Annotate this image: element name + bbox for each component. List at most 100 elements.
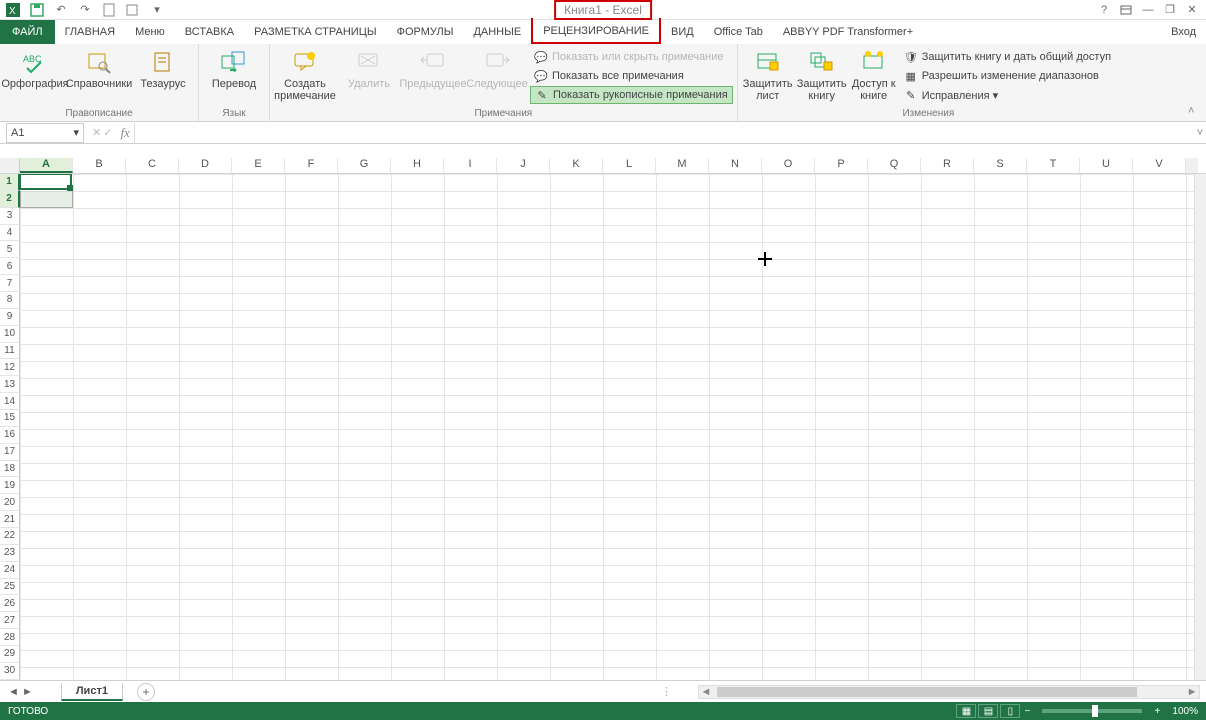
- tab-insert[interactable]: ВСТАВКА: [175, 20, 244, 44]
- zoom-slider[interactable]: [1042, 709, 1142, 713]
- row-header-21[interactable]: 21: [0, 511, 20, 528]
- col-header-F[interactable]: F: [285, 158, 338, 173]
- row-header-26[interactable]: 26: [0, 595, 20, 612]
- close-icon[interactable]: ✕: [1182, 1, 1202, 19]
- page-break-view-icon[interactable]: ▯: [1000, 704, 1020, 718]
- col-header-O[interactable]: O: [762, 158, 815, 173]
- page-layout-view-icon[interactable]: ▤: [978, 704, 998, 718]
- row-header-11[interactable]: 11: [0, 343, 20, 360]
- zoom-level[interactable]: 100%: [1172, 706, 1198, 717]
- thesaurus-button[interactable]: Тезаурус: [132, 46, 194, 90]
- vertical-scrollbar[interactable]: [1194, 174, 1206, 680]
- sign-in-link[interactable]: Вход: [1161, 20, 1206, 44]
- row-header-23[interactable]: 23: [0, 545, 20, 562]
- row-header-13[interactable]: 13: [0, 376, 20, 393]
- name-box[interactable]: A1▾: [6, 123, 84, 143]
- expand-formula-bar-icon[interactable]: ˅: [1194, 127, 1206, 139]
- row-header-25[interactable]: 25: [0, 579, 20, 596]
- tab-review[interactable]: РЕЦЕНЗИРОВАНИЕ: [531, 18, 661, 44]
- row-header-4[interactable]: 4: [0, 225, 20, 242]
- show-all-comments-button[interactable]: 💬Показать все примечания: [530, 67, 733, 85]
- row-header-30[interactable]: 30: [0, 663, 20, 680]
- research-button[interactable]: Справочники: [68, 46, 130, 90]
- col-header-B[interactable]: B: [73, 158, 126, 173]
- row-header-2[interactable]: 2: [0, 191, 20, 208]
- col-header-V[interactable]: V: [1133, 158, 1186, 173]
- protect-share-button[interactable]: 🛡Защитить книгу и дать общий доступ: [900, 48, 1115, 66]
- row-header-8[interactable]: 8: [0, 292, 20, 309]
- tab-view[interactable]: ВИД: [661, 20, 704, 44]
- protect-book-button[interactable]: Защитить книгу: [796, 46, 848, 102]
- row-header-22[interactable]: 22: [0, 528, 20, 545]
- tab-file[interactable]: ФАЙЛ: [0, 20, 55, 44]
- tab-menu[interactable]: Меню: [125, 20, 175, 44]
- col-header-U[interactable]: U: [1080, 158, 1133, 173]
- col-header-G[interactable]: G: [338, 158, 391, 173]
- active-cell[interactable]: [19, 174, 72, 190]
- protect-sheet-button[interactable]: Защитить лист: [742, 46, 794, 102]
- col-header-P[interactable]: P: [815, 158, 868, 173]
- restore-icon[interactable]: ❐: [1160, 1, 1180, 19]
- col-header-H[interactable]: H: [391, 158, 444, 173]
- cells-area[interactable]: [20, 174, 1194, 680]
- row-header-18[interactable]: 18: [0, 461, 20, 478]
- add-sheet-button[interactable]: +: [137, 683, 155, 701]
- namebox-dropdown-icon[interactable]: ▾: [73, 126, 79, 139]
- row-header-12[interactable]: 12: [0, 359, 20, 376]
- tab-home[interactable]: ГЛАВНАЯ: [55, 20, 125, 44]
- row-header-19[interactable]: 19: [0, 477, 20, 494]
- help-icon[interactable]: ?: [1094, 1, 1114, 19]
- track-changes-button[interactable]: ✎Исправления ▾: [900, 86, 1115, 104]
- col-header-S[interactable]: S: [974, 158, 1027, 173]
- fx-icon[interactable]: fx: [116, 125, 133, 141]
- sheet-nav[interactable]: ◄ ►: [0, 686, 41, 698]
- row-header-24[interactable]: 24: [0, 562, 20, 579]
- col-header-D[interactable]: D: [179, 158, 232, 173]
- new-doc-icon[interactable]: [98, 1, 120, 19]
- col-header-J[interactable]: J: [497, 158, 550, 173]
- row-header-1[interactable]: 1: [0, 174, 20, 191]
- col-header-K[interactable]: K: [550, 158, 603, 173]
- col-header-M[interactable]: M: [656, 158, 709, 173]
- collapse-ribbon-icon[interactable]: ˄: [1188, 105, 1202, 119]
- translate-button[interactable]: Перевод: [203, 46, 265, 90]
- col-header-A[interactable]: A: [20, 158, 73, 173]
- share-workbook-button[interactable]: Доступ к книге: [850, 46, 898, 102]
- row-header-20[interactable]: 20: [0, 494, 20, 511]
- col-header-C[interactable]: C: [126, 158, 179, 173]
- qat-customize-icon[interactable]: ▾: [146, 1, 168, 19]
- row-header-27[interactable]: 27: [0, 612, 20, 629]
- normal-view-icon[interactable]: ▦: [956, 704, 976, 718]
- ribbon-options-icon[interactable]: [1116, 1, 1136, 19]
- row-header-6[interactable]: 6: [0, 258, 20, 275]
- redo-icon[interactable]: ↷: [74, 1, 96, 19]
- row-header-16[interactable]: 16: [0, 427, 20, 444]
- tab-abbyy[interactable]: ABBYY PDF Transformer+: [773, 20, 923, 44]
- row-header-29[interactable]: 29: [0, 646, 20, 663]
- row-header-14[interactable]: 14: [0, 393, 20, 410]
- row-header-5[interactable]: 5: [0, 241, 20, 258]
- row-header-7[interactable]: 7: [0, 275, 20, 292]
- zoom-in-button[interactable]: +: [1150, 706, 1164, 717]
- col-header-T[interactable]: T: [1027, 158, 1080, 173]
- row-header-3[interactable]: 3: [0, 208, 20, 225]
- col-header-N[interactable]: N: [709, 158, 762, 173]
- row-header-15[interactable]: 15: [0, 410, 20, 427]
- row-header-9[interactable]: 9: [0, 309, 20, 326]
- minimize-icon[interactable]: —: [1138, 1, 1158, 19]
- zoom-out-button[interactable]: −: [1020, 706, 1034, 717]
- tab-data[interactable]: ДАННЫЕ: [463, 20, 531, 44]
- col-header-R[interactable]: R: [921, 158, 974, 173]
- tab-officetab[interactable]: Office Tab: [704, 20, 773, 44]
- tab-pagelayout[interactable]: РАЗМЕТКА СТРАНИЦЫ: [244, 20, 386, 44]
- col-header-L[interactable]: L: [603, 158, 656, 173]
- row-header-17[interactable]: 17: [0, 444, 20, 461]
- new-doc-dropdown-icon[interactable]: [122, 1, 144, 19]
- formula-input[interactable]: [134, 123, 1194, 143]
- col-header-I[interactable]: I: [444, 158, 497, 173]
- col-header-Q[interactable]: Q: [868, 158, 921, 173]
- save-icon[interactable]: [26, 1, 48, 19]
- col-header-E[interactable]: E: [232, 158, 285, 173]
- undo-icon[interactable]: ↶: [50, 1, 72, 19]
- row-header-28[interactable]: 28: [0, 629, 20, 646]
